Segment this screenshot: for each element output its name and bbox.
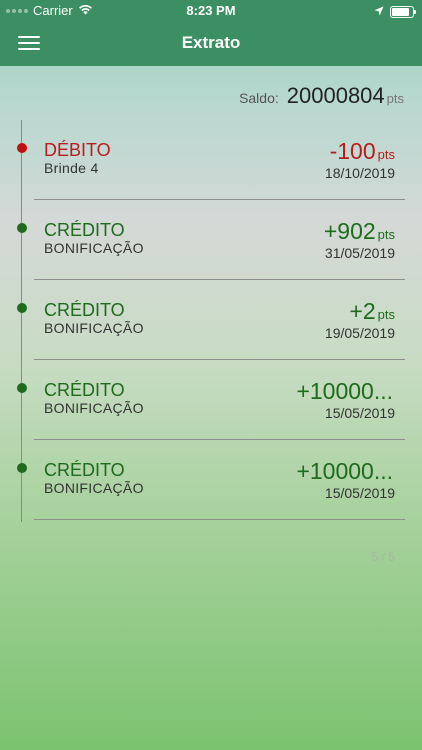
transaction-amount-value: -100 [329,138,376,164]
transaction-type: CRÉDITO [44,300,125,320]
transaction-type: CRÉDITO [44,380,125,400]
timeline-dot-icon [17,303,27,313]
nav-bar: Extrato [0,22,422,66]
transaction-date: 19/05/2019 [324,325,395,341]
transaction-type: CRÉDITO [44,220,125,240]
transaction-amount-value: +902 [323,218,376,244]
timeline-dot-icon [17,383,27,393]
transaction-item[interactable]: CRÉDITO BONIFICAÇÃO +2 pts 19/05/2019 [0,280,422,360]
transaction-amount-unit: pts [377,227,395,242]
transaction-amount: +10000... [296,458,395,485]
balance-label: Saldo: [239,90,279,106]
transaction-amount-value: +2 [349,298,376,324]
timeline-dot-icon [17,223,27,233]
transaction-item[interactable]: CRÉDITO BONIFICAÇÃO +10000... 15/05/2019 [0,440,422,520]
battery-icon [390,5,416,18]
transaction-item[interactable]: CRÉDITO BONIFICAÇÃO +902 pts 31/05/2019 [0,200,422,280]
status-bar: Carrier 8:23 PM [0,0,422,22]
transaction-amount-value: +10000... [296,458,393,484]
status-time: 8:23 PM [186,3,236,18]
transaction-amount-value: +10000... [296,378,393,404]
transaction-type: DÉBITO [44,140,111,160]
transaction-amount-unit: pts [377,147,395,162]
timeline-dot-icon [17,143,27,153]
transaction-amount: +2 pts [349,298,395,325]
balance-display: Saldo: 20000804 pts [239,83,404,109]
divider [34,519,405,520]
pagination-indicator: 5 / 5 [371,550,395,564]
transaction-description: BONIFICAÇÃO [44,320,144,336]
transaction-date: 18/10/2019 [324,165,395,181]
status-right [374,4,416,19]
balance-unit: pts [386,91,404,106]
transaction-date: 15/05/2019 [324,485,395,501]
transaction-amount: -100 pts [330,138,395,165]
balance-value: 20000804 [286,83,385,108]
transaction-description: BONIFICAÇÃO [44,240,144,256]
transaction-amount-unit: pts [377,307,395,322]
page-title: Extrato [181,33,241,52]
transaction-description: BONIFICAÇÃO [44,480,144,496]
transaction-date: 15/05/2019 [324,405,395,421]
transaction-type: CRÉDITO [44,460,125,480]
transaction-description: Brinde 4 [44,160,99,176]
transaction-description: BONIFICAÇÃO [44,400,144,416]
transaction-amount: +10000... [296,378,395,405]
location-arrow-icon [374,4,384,19]
transaction-amount: +902 pts [324,218,395,245]
transaction-item[interactable]: CRÉDITO BONIFICAÇÃO +10000... 15/05/2019 [0,360,422,440]
transaction-date: 31/05/2019 [324,245,395,261]
timeline-dot-icon [17,463,27,473]
transaction-item[interactable]: DÉBITO Brinde 4 -100 pts 18/10/2019 [0,120,422,200]
